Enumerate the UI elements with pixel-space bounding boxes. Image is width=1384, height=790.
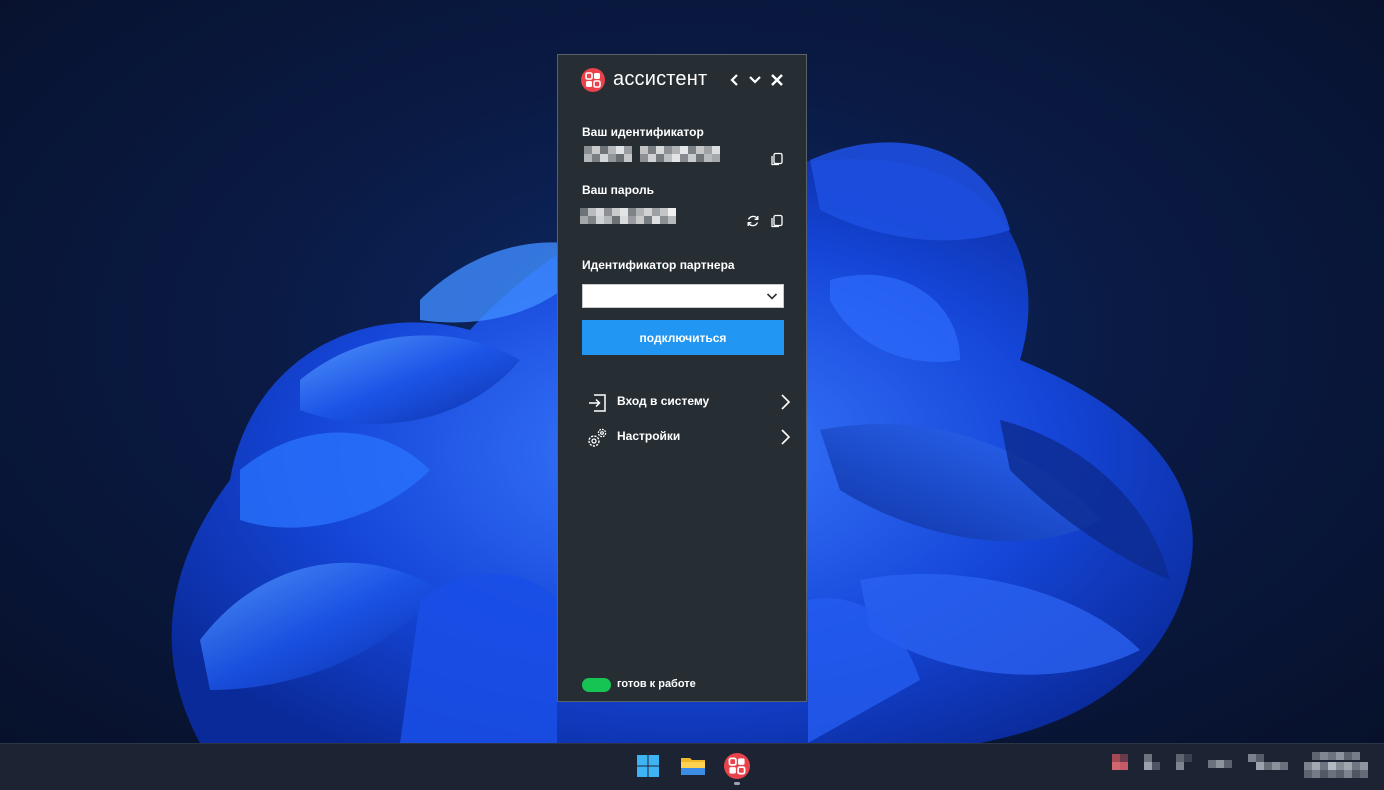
- connect-button[interactable]: подключиться: [582, 320, 784, 355]
- chevron-right-icon: [781, 394, 791, 410]
- your-password-label: Ваш пароль: [582, 183, 654, 197]
- assistant-app-window: ассистент Ваш идентификатор Ваш пароль И…: [557, 54, 807, 702]
- partner-id-input[interactable]: [583, 285, 765, 307]
- status-text: готов к работе: [617, 678, 696, 690]
- refresh-password-button[interactable]: [746, 214, 760, 228]
- copy-password-button[interactable]: [770, 214, 784, 228]
- copy-id-button[interactable]: [770, 152, 784, 166]
- login-icon: [589, 394, 606, 412]
- active-app-indicator: [734, 782, 740, 785]
- settings-gears-icon: [588, 428, 607, 447]
- partner-id-combobox[interactable]: [582, 284, 784, 308]
- chevron-right-icon: [781, 429, 791, 445]
- system-tray-redacted[interactable]: [1112, 752, 1368, 778]
- chevron-down-icon[interactable]: [766, 290, 778, 302]
- copy-icon: [771, 152, 783, 166]
- file-explorer-taskbar-button[interactable]: [680, 753, 706, 779]
- file-explorer-icon: [681, 758, 705, 775]
- assistant-logo-icon: [581, 68, 605, 92]
- tray-pixelated-icons: [1112, 752, 1368, 778]
- status-dot: [582, 678, 611, 692]
- chevron-left-icon: [730, 74, 738, 86]
- taskbar: [0, 743, 1384, 790]
- windows-start-button[interactable]: [635, 753, 661, 779]
- menu-item-login-label: Вход в систему: [617, 394, 710, 408]
- chevron-down-icon: [749, 76, 761, 84]
- close-button[interactable]: [770, 73, 784, 87]
- your-password-value-redacted: [580, 208, 684, 224]
- back-button[interactable]: [728, 73, 742, 87]
- menu-item-settings[interactable]: Настройки: [586, 425, 791, 449]
- windows-start-icon: [637, 755, 659, 777]
- your-id-label: Ваш идентификатор: [582, 125, 704, 139]
- close-icon: [771, 74, 783, 86]
- refresh-icon: [747, 215, 759, 227]
- app-titlebar: ассистент: [558, 55, 806, 105]
- partner-id-label: Идентификатор партнера: [582, 258, 735, 272]
- your-id-value-redacted: [584, 146, 744, 162]
- assistant-app-icon: [724, 753, 750, 779]
- assistant-taskbar-button[interactable]: [724, 753, 750, 779]
- menu-item-login[interactable]: Вход в систему: [586, 390, 791, 414]
- menu-item-settings-label: Настройки: [617, 429, 681, 443]
- app-title: ассистент: [613, 68, 708, 90]
- copy-icon: [771, 214, 783, 228]
- minimize-button[interactable]: [748, 73, 762, 87]
